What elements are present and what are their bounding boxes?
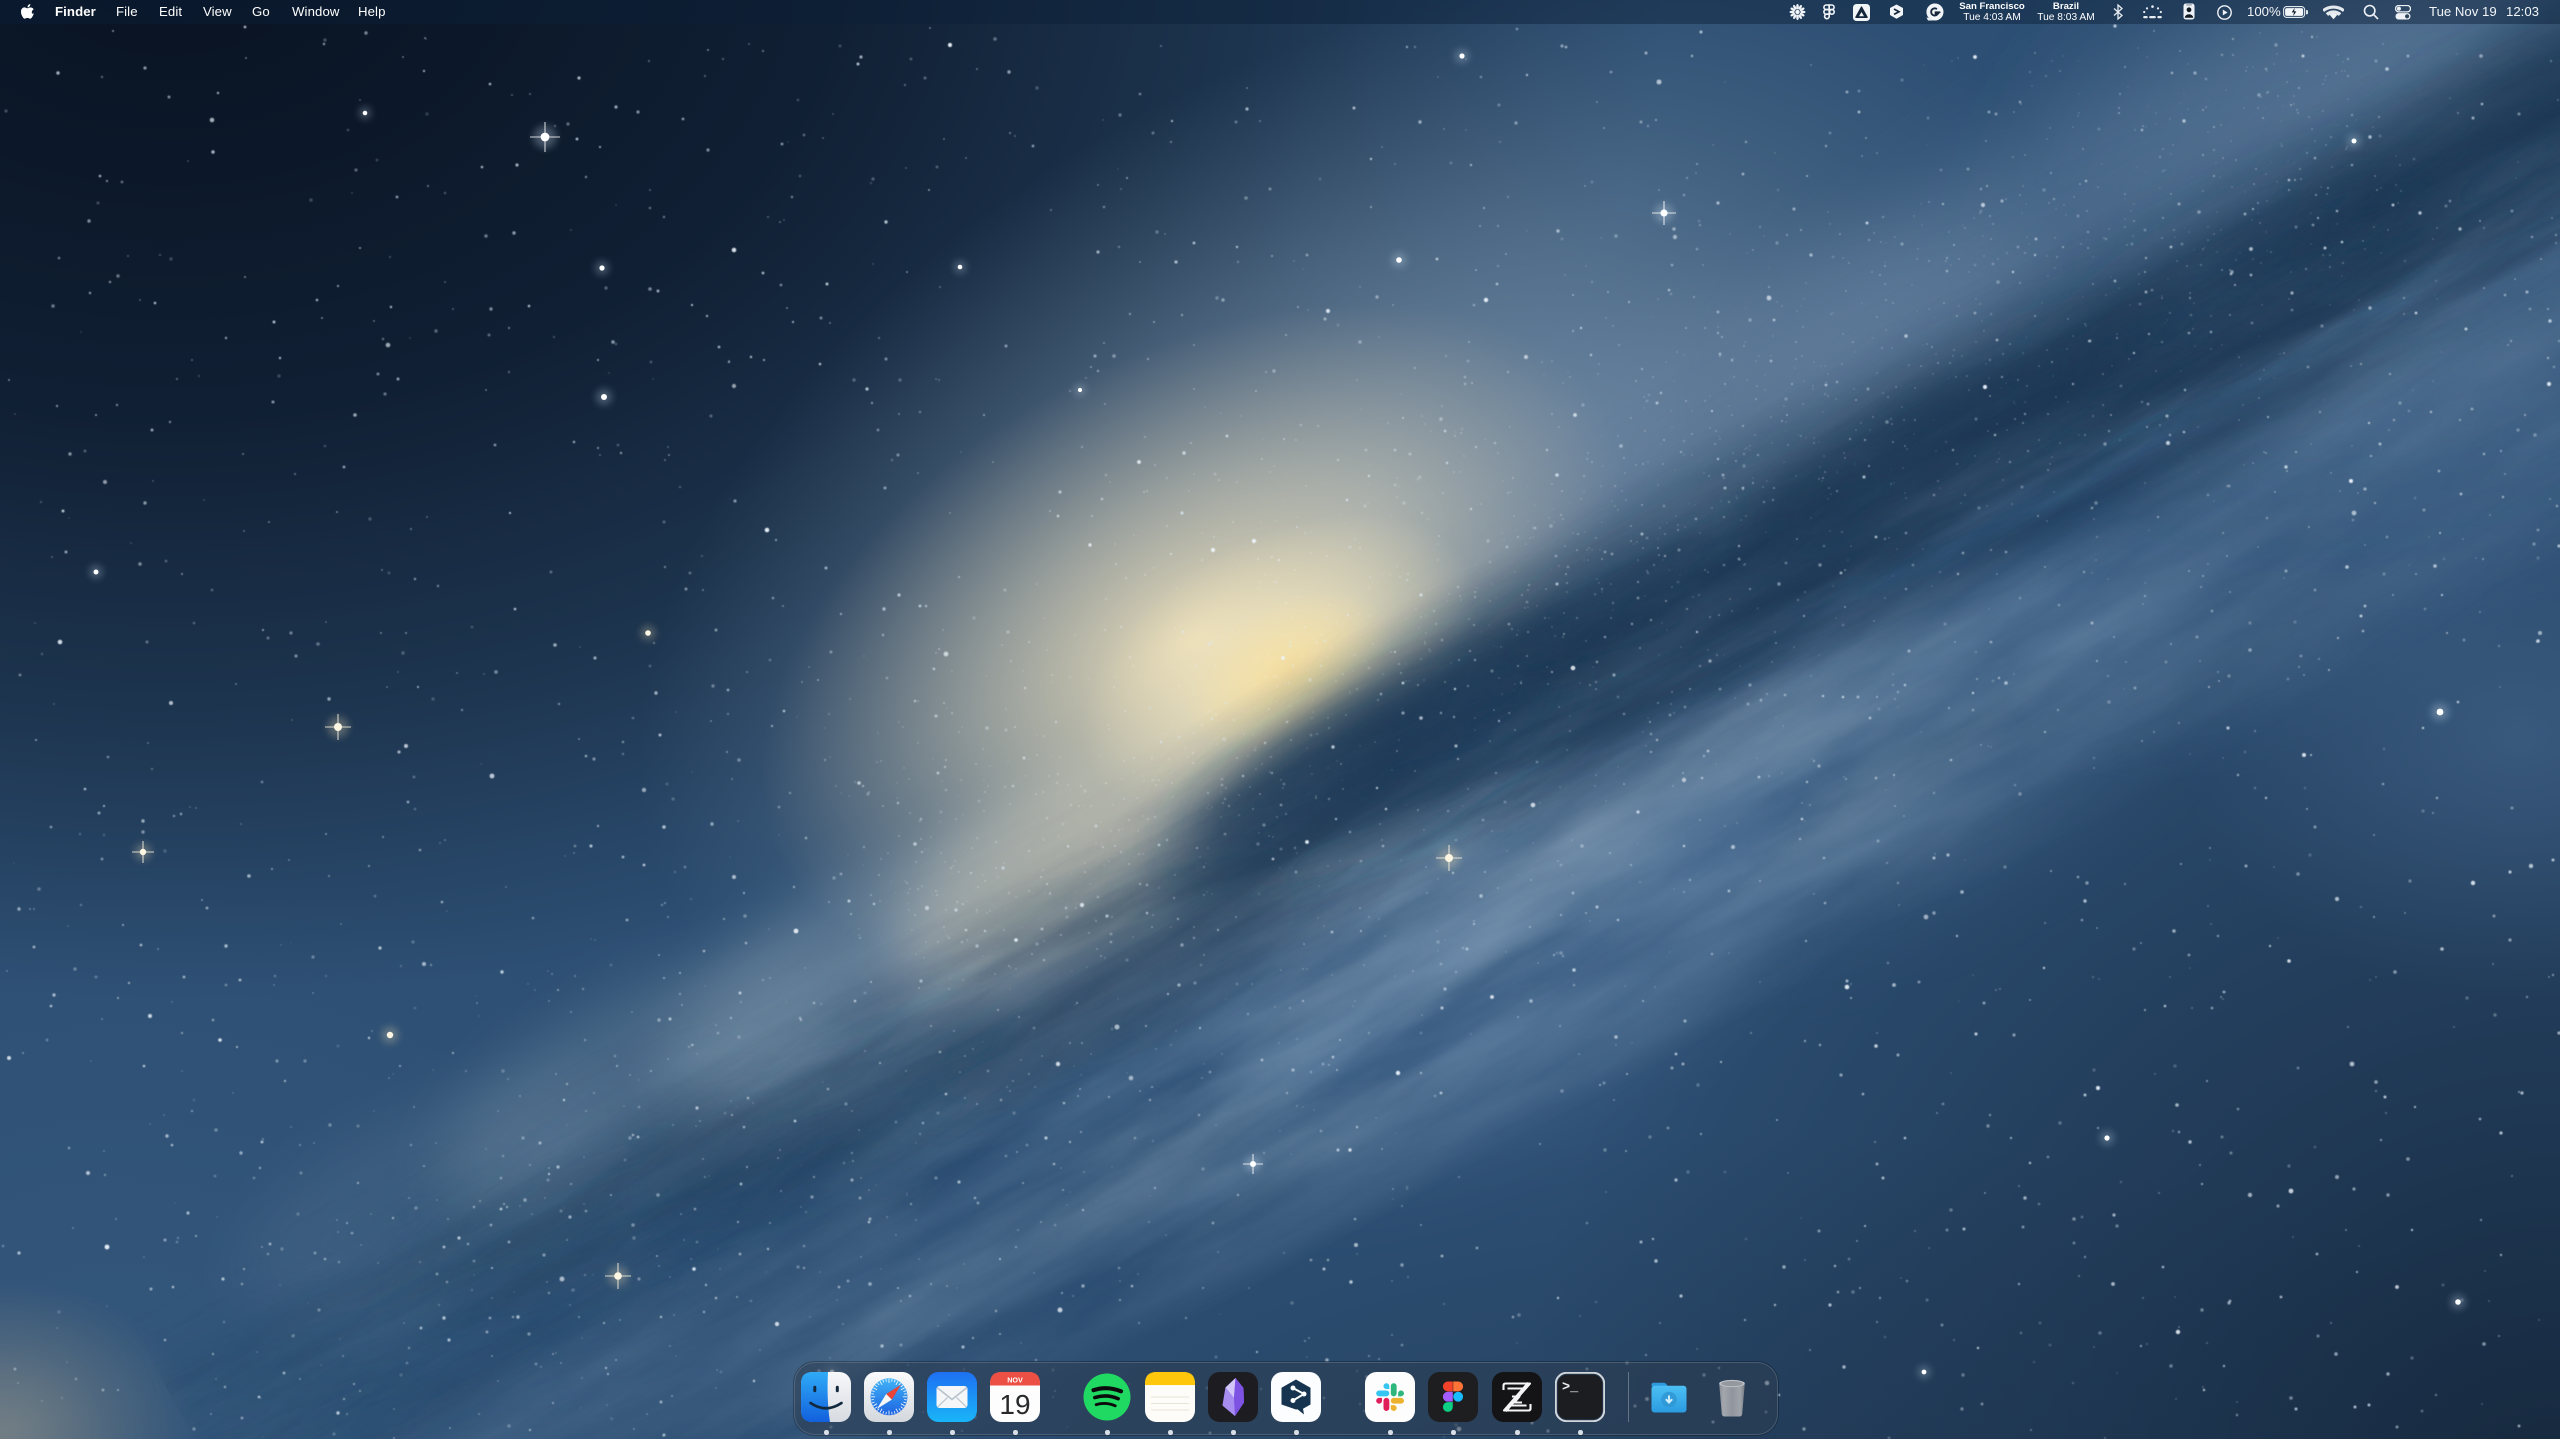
svg-text:>_: >_ [1562, 1381, 1579, 1396]
svg-text:19: 19 [999, 1389, 1030, 1420]
svg-text:NOV: NOV [1007, 1376, 1023, 1385]
